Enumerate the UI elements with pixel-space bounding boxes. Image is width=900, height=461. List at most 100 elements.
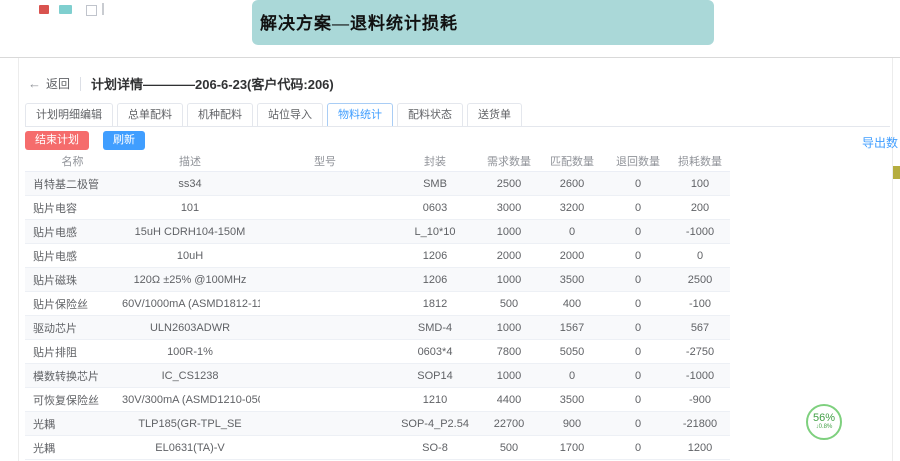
cell: 0 <box>606 220 670 244</box>
cell: 7800 <box>480 340 538 364</box>
cell: 模数转换芯片 <box>25 364 120 388</box>
cell: 1206 <box>390 268 480 292</box>
ui-fragment-box <box>86 5 97 16</box>
column-header: 退回数量 <box>606 150 670 172</box>
material-table: 名称描述型号封装需求数量匹配数量退回数量损耗数量 肖特基二极管ss34SMB25… <box>25 150 730 460</box>
cell: 0 <box>606 436 670 460</box>
cell: 0 <box>606 172 670 196</box>
cell: 22700 <box>480 412 538 436</box>
cell: 0 <box>538 220 606 244</box>
card-top-border <box>0 57 900 58</box>
cell <box>260 388 390 412</box>
cell: 101 <box>120 196 260 220</box>
page-title: 计划详情————206-6-23(客户代码:206) <box>91 74 334 93</box>
table-row[interactable]: 模数转换芯片IC_CS1238SOP14100000-1000 <box>25 364 730 388</box>
cell: 567 <box>670 316 730 340</box>
cell: 500 <box>480 292 538 316</box>
tab-0[interactable]: 计划明细编辑 <box>25 103 113 126</box>
column-header: 封装 <box>390 150 480 172</box>
cell: 0 <box>606 364 670 388</box>
cell: SOP-4_P2.54 <box>390 412 480 436</box>
tab-1[interactable]: 总单配料 <box>117 103 183 126</box>
refresh-button[interactable]: 刷新 <box>103 131 145 150</box>
screen: 解决方案—退料统计损耗 ← 返回 计划详情————206-6-23(客户代码:2… <box>0 0 900 461</box>
cell <box>260 316 390 340</box>
cell: 100 <box>670 172 730 196</box>
banner-title: 解决方案—退料统计损耗 <box>252 0 714 34</box>
cell: 0 <box>606 292 670 316</box>
tab-5[interactable]: 配料状态 <box>397 103 463 126</box>
cell: 4400 <box>480 388 538 412</box>
cell <box>260 172 390 196</box>
cell: 120Ω ±25% @100MHz <box>120 268 260 292</box>
card-right-border <box>892 58 893 461</box>
cell: -2750 <box>670 340 730 364</box>
cell: ss34 <box>120 172 260 196</box>
table-row[interactable]: 光耦TLP185(GR-TPL_SESOP-4_P2.54227009000-2… <box>25 412 730 436</box>
table-row[interactable]: 贴片电感15uH CDRH104-150ML_10*10100000-1000 <box>25 220 730 244</box>
cell <box>260 292 390 316</box>
table-row[interactable]: 肖特基二极管ss34SMB250026000100 <box>25 172 730 196</box>
tab-4[interactable]: 物料统计 <box>327 103 393 126</box>
table-row[interactable]: 贴片磁珠120Ω ±25% @100MHz12061000350002500 <box>25 268 730 292</box>
column-header: 损耗数量 <box>670 150 730 172</box>
table-row[interactable]: 光耦EL0631(TA)-VSO-8500170001200 <box>25 436 730 460</box>
cell: 1206 <box>390 244 480 268</box>
cell: EL0631(TA)-V <box>120 436 260 460</box>
back-button[interactable]: 返回 <box>46 75 70 92</box>
cell: -1000 <box>670 364 730 388</box>
end-plan-button[interactable]: 结束计划 <box>25 131 89 150</box>
cell: 1700 <box>538 436 606 460</box>
cell: 0 <box>606 412 670 436</box>
cell: 驱动芯片 <box>25 316 120 340</box>
table-row[interactable]: 可恢复保险丝30V/300mA (ASMD1210-050-24V)121044… <box>25 388 730 412</box>
table-header-row: 名称描述型号封装需求数量匹配数量退回数量损耗数量 <box>25 150 730 172</box>
cell: 0 <box>538 364 606 388</box>
ui-fragment-teal <box>59 5 72 14</box>
cell <box>260 220 390 244</box>
cell <box>260 364 390 388</box>
tab-2[interactable]: 机种配料 <box>187 103 253 126</box>
export-link[interactable]: 导出数 <box>862 134 898 151</box>
cell: -21800 <box>670 412 730 436</box>
cell: 0 <box>606 244 670 268</box>
cell: 1000 <box>480 220 538 244</box>
column-header: 名称 <box>25 150 120 172</box>
cell: SMD-4 <box>390 316 480 340</box>
cell: -1000 <box>670 220 730 244</box>
tab-3[interactable]: 站位导入 <box>257 103 323 126</box>
progress-percent: 56% <box>813 413 835 424</box>
page-header: ← 返回 计划详情————206-6-23(客户代码:206) <box>28 74 334 93</box>
column-header: 描述 <box>120 150 260 172</box>
progress-badge: 56% ↓0.8% <box>806 404 842 440</box>
cell: 1567 <box>538 316 606 340</box>
column-header: 匹配数量 <box>538 150 606 172</box>
back-arrow-icon[interactable]: ← <box>28 76 41 91</box>
header-divider <box>80 77 81 91</box>
cell: 0 <box>606 316 670 340</box>
cell: 2600 <box>538 172 606 196</box>
cell: -900 <box>670 388 730 412</box>
tabs-bar: 计划明细编辑总单配料机种配料站位导入物料统计配料状态送货单 <box>25 101 890 127</box>
cell: 1812 <box>390 292 480 316</box>
cell: 光耦 <box>25 412 120 436</box>
column-header: 型号 <box>260 150 390 172</box>
cell: TLP185(GR-TPL_SE <box>120 412 260 436</box>
table-row[interactable]: 贴片电感10uH12062000200000 <box>25 244 730 268</box>
table-row[interactable]: 贴片保险丝60V/1000mA (ASMD1812-110-33V)181250… <box>25 292 730 316</box>
table-row[interactable]: 驱动芯片ULN2603ADWRSMD-4100015670567 <box>25 316 730 340</box>
cell: 0603*4 <box>390 340 480 364</box>
ui-fragment-red <box>39 5 49 14</box>
cell: 3500 <box>538 388 606 412</box>
table-row[interactable]: 贴片电容1010603300032000200 <box>25 196 730 220</box>
cell: SO-8 <box>390 436 480 460</box>
cell: 1000 <box>480 268 538 292</box>
tab-6[interactable]: 送货单 <box>467 103 522 126</box>
cell: 60V/1000mA (ASMD1812-110-33V) <box>120 292 260 316</box>
cell: 0 <box>606 196 670 220</box>
cell: 2500 <box>480 172 538 196</box>
cell: 400 <box>538 292 606 316</box>
cell <box>260 436 390 460</box>
cell: 贴片电感 <box>25 220 120 244</box>
table-row[interactable]: 贴片排阻100R-1%0603*4780050500-2750 <box>25 340 730 364</box>
